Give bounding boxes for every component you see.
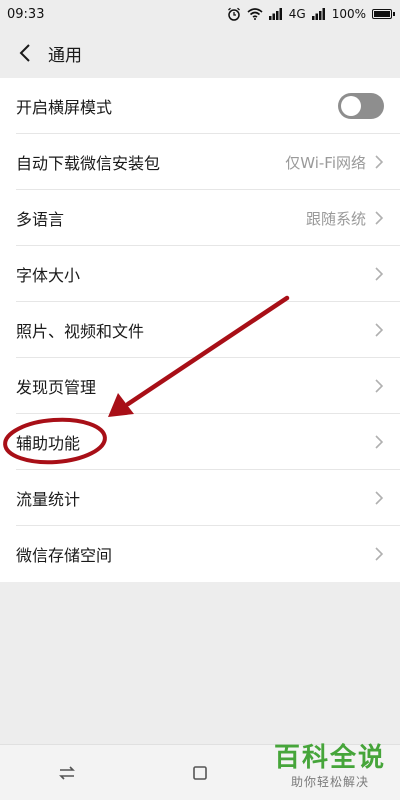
settings-item-value: 跟随系统 (305, 209, 366, 228)
settings-item-label: 微信存储空间 (16, 546, 113, 565)
settings-item-discover[interactable]: 发现页管理 (0, 358, 400, 414)
signal-icon (311, 8, 325, 20)
battery-icon (372, 9, 395, 19)
settings-item-data-usage[interactable]: 流量统计 (0, 470, 400, 526)
settings-item-landscape-mode[interactable]: 开启横屏模式 (0, 78, 400, 134)
network-type: 4G (288, 7, 306, 21)
settings-item-label: 流量统计 (16, 490, 81, 509)
watermark-subtitle: 助你轻松解决 (290, 775, 369, 789)
chevron-right-icon (375, 435, 384, 449)
signal-icon (268, 8, 282, 20)
home-square-icon[interactable] (180, 753, 220, 793)
chevron-right-icon (375, 547, 384, 561)
settings-list: 开启横屏模式 自动下载微信安装包 仅Wi-Fi网络 多语言 跟随系统 字体大小 … (0, 78, 400, 582)
chevron-right-icon (375, 267, 384, 281)
back-icon[interactable] (14, 42, 36, 64)
settings-item-auto-download[interactable]: 自动下载微信安装包 仅Wi-Fi网络 (0, 134, 400, 190)
settings-item-language[interactable]: 多语言 跟随系统 (0, 190, 400, 246)
switch-app-icon[interactable] (47, 753, 87, 793)
settings-item-label: 字体大小 (16, 266, 81, 285)
chevron-right-icon (375, 491, 384, 505)
settings-item-storage[interactable]: 微信存储空间 (0, 526, 400, 582)
page-title: 通用 (48, 45, 82, 66)
settings-item-value: 仅Wi-Fi网络 (285, 153, 366, 172)
status-icons: 4G 100% (227, 7, 395, 21)
title-bar: 通用 (0, 28, 400, 78)
settings-item-label: 照片、视频和文件 (16, 322, 145, 341)
chevron-right-icon (375, 323, 384, 337)
settings-item-label: 开启横屏模式 (16, 98, 113, 117)
status-time: 09:33 (7, 6, 45, 22)
settings-item-label: 辅助功能 (16, 434, 81, 453)
watermark-logo: 百科全说 助你轻松解决 (274, 743, 386, 790)
status-bar: 09:33 4G 100% (0, 0, 400, 28)
landscape-toggle[interactable] (338, 93, 384, 119)
chevron-right-icon (375, 211, 384, 225)
watermark-title: 百科全说 (273, 743, 386, 773)
settings-item-media[interactable]: 照片、视频和文件 (0, 302, 400, 358)
battery-percent: 100% (331, 7, 366, 21)
settings-item-accessibility[interactable]: 辅助功能 (0, 414, 400, 470)
settings-item-label: 自动下载微信安装包 (16, 154, 161, 173)
settings-item-label: 发现页管理 (16, 378, 97, 397)
settings-item-font-size[interactable]: 字体大小 (0, 246, 400, 302)
settings-item-label: 多语言 (16, 210, 65, 229)
wifi-icon (247, 8, 263, 20)
chevron-right-icon (375, 155, 384, 169)
toggle-knob (341, 96, 361, 116)
alarm-icon (227, 7, 240, 21)
chevron-right-icon (375, 379, 384, 393)
